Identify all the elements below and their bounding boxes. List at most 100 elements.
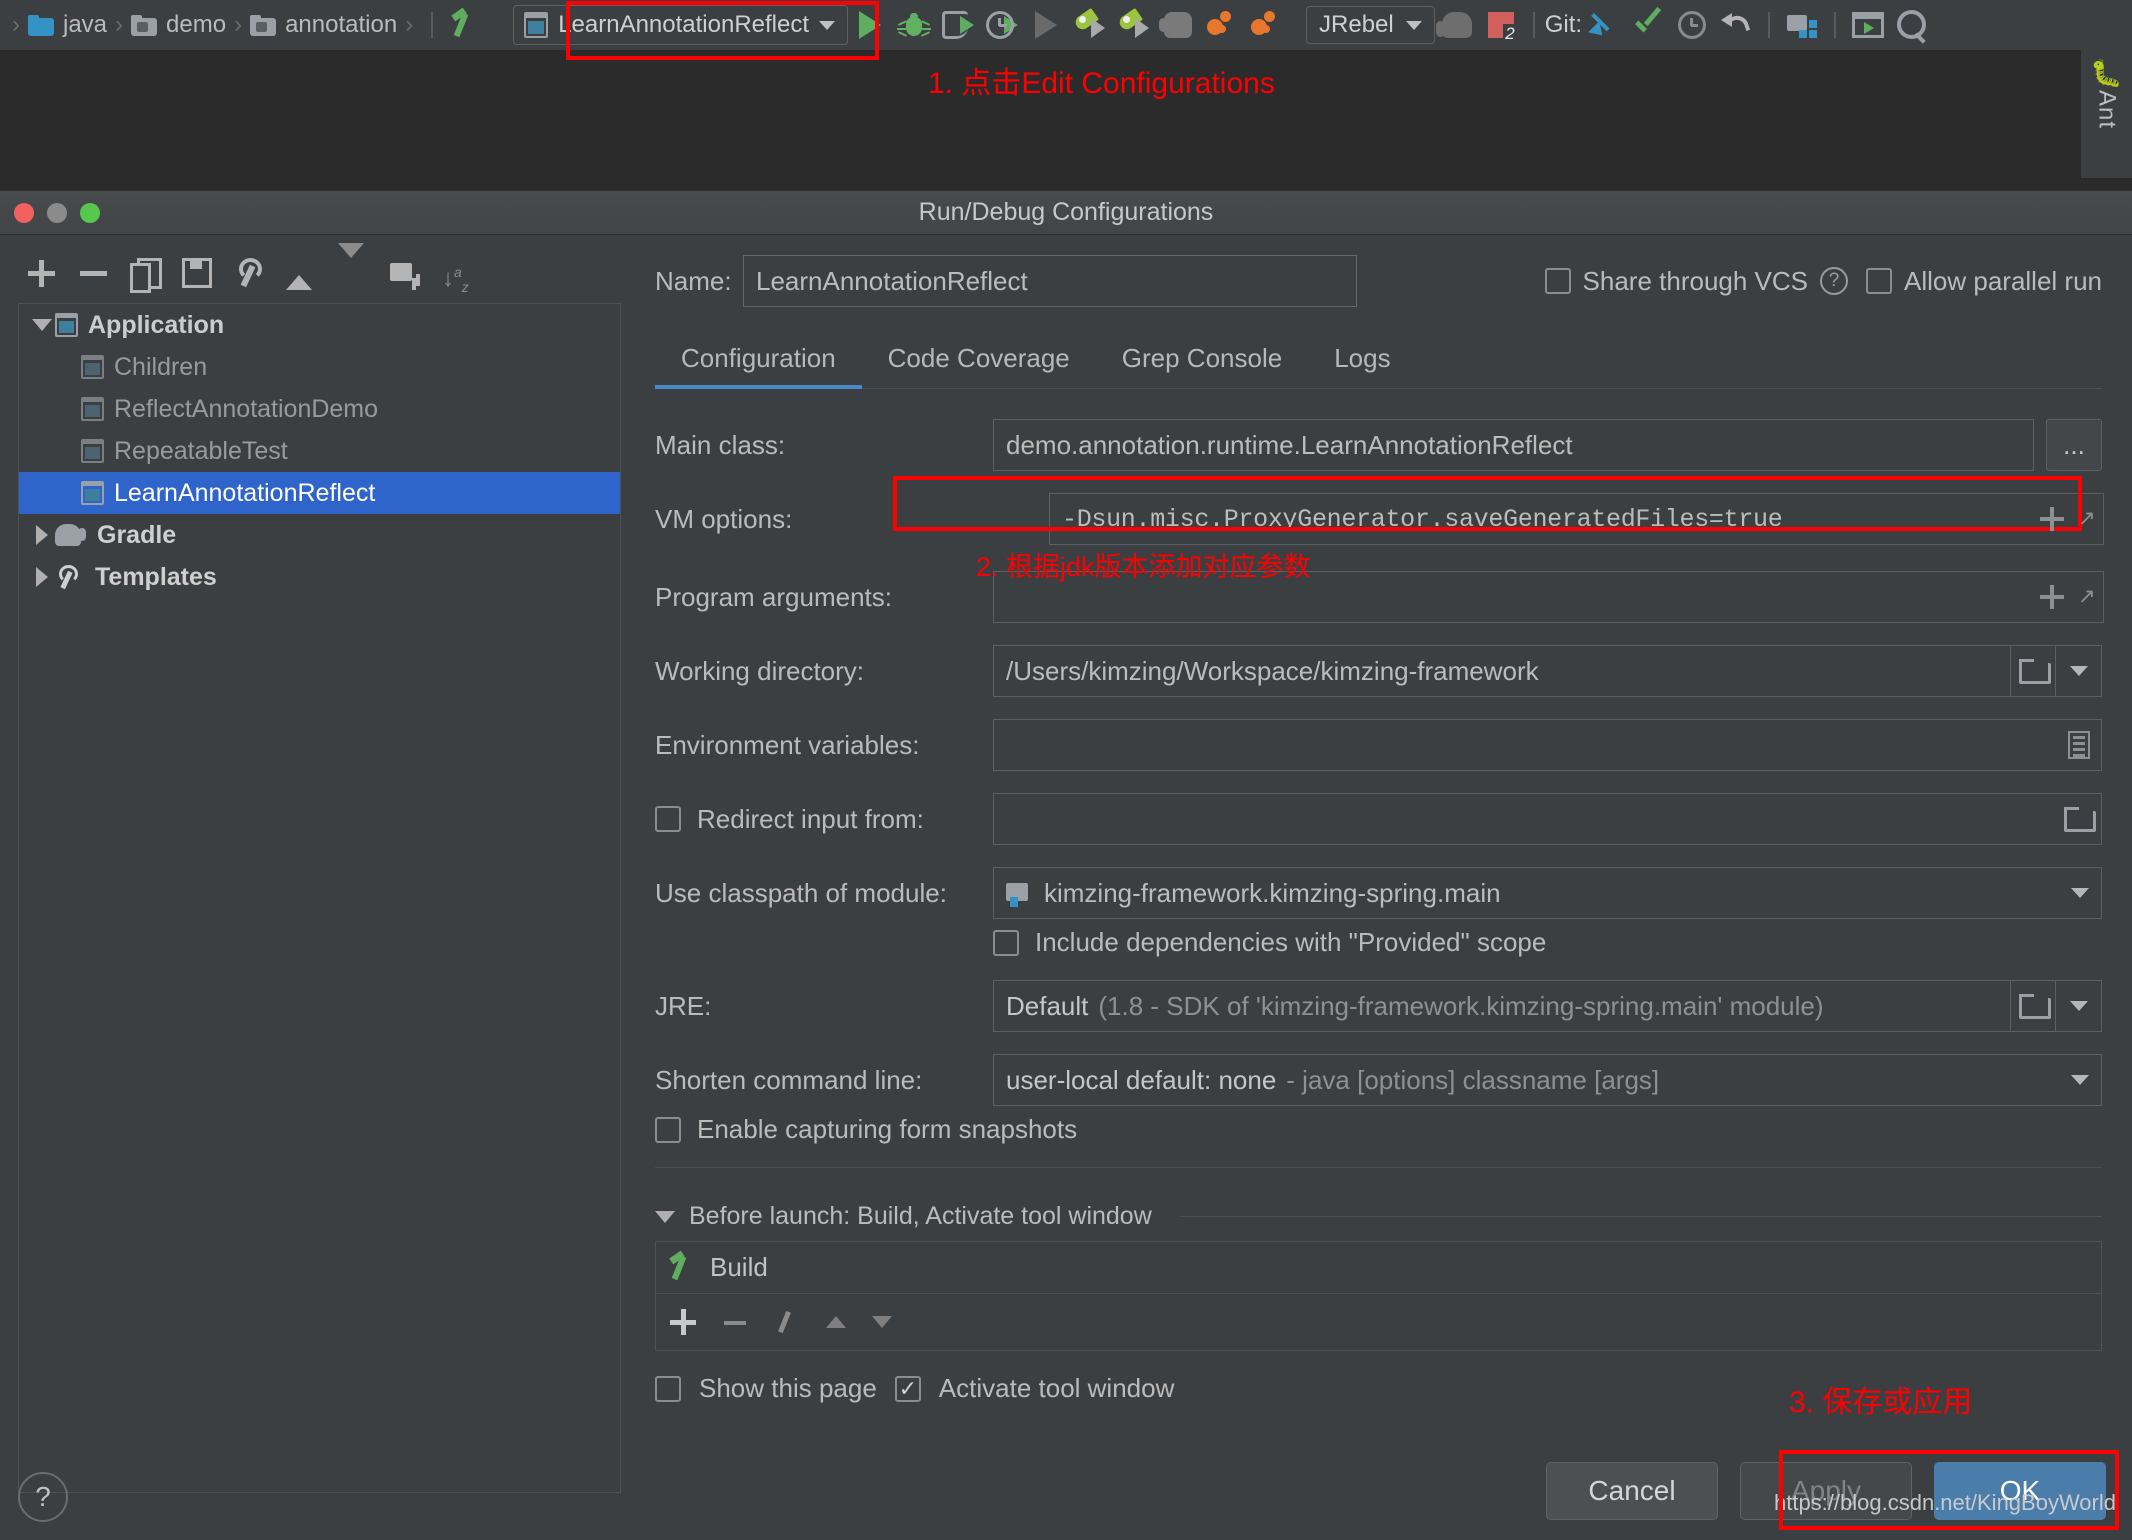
- profile-icon[interactable]: [980, 0, 1024, 50]
- include-provided-row[interactable]: Include dependencies with "Provided" sco…: [993, 927, 2102, 958]
- move-down-button[interactable]: [338, 243, 368, 288]
- history-icon[interactable]: [1670, 0, 1714, 50]
- main-class-input[interactable]: [993, 419, 2034, 471]
- expand-arrow-icon[interactable]: [29, 567, 55, 587]
- save-configuration-button[interactable]: [182, 258, 212, 288]
- before-launch-item-label: Build: [710, 1252, 768, 1282]
- rollback-icon[interactable]: [1714, 0, 1758, 50]
- name-input[interactable]: [743, 255, 1357, 307]
- expand-arrow-icon[interactable]: [29, 525, 55, 545]
- shorten-command-line-combobox[interactable]: user-local default: none - java [options…: [993, 1054, 2102, 1106]
- tree-node-gradle[interactable]: Gradle: [19, 514, 620, 556]
- tab-logs[interactable]: Logs: [1308, 335, 1416, 388]
- tree-node-reflectannotationdemo[interactable]: ReflectAnnotationDemo: [19, 388, 620, 430]
- close-window-button[interactable]: [14, 203, 34, 223]
- enable-capturing-row[interactable]: Enable capturing form snapshots: [655, 1114, 2102, 1145]
- copy-configuration-button[interactable]: [130, 258, 162, 293]
- before-launch-item-build[interactable]: Build: [656, 1242, 2101, 1294]
- move-up-button[interactable]: [286, 258, 316, 290]
- allow-parallel-run-checkbox[interactable]: [1866, 268, 1893, 294]
- remove-configuration-button[interactable]: [78, 258, 108, 288]
- cancel-button[interactable]: Cancel: [1546, 1462, 1718, 1520]
- add-before-launch-task-button[interactable]: [670, 1309, 696, 1335]
- activate-tool-window-checkbox[interactable]: [894, 1375, 921, 1402]
- collapse-arrow-icon[interactable]: [655, 1210, 675, 1223]
- new-folder-button[interactable]: [390, 258, 420, 288]
- tree-node-learnannotationreflect[interactable]: LearnAnnotationReflect: [19, 472, 620, 514]
- search-everywhere-icon[interactable]: [1890, 0, 1934, 50]
- expand-editor-icon[interactable]: ↗: [2078, 507, 2102, 531]
- sort-configurations-button[interactable]: ↓az: [442, 258, 472, 295]
- breadcrumb-item-java[interactable]: java: [28, 11, 107, 39]
- run-with-coverage-icon[interactable]: [936, 0, 980, 50]
- tab-grep-console[interactable]: Grep Console: [1096, 335, 1308, 388]
- section-divider: [655, 1167, 2102, 1168]
- jre-combobox[interactable]: Default (1.8 - SDK of 'kimzing-framework…: [993, 980, 2056, 1032]
- before-launch-list[interactable]: Build: [655, 1241, 2102, 1351]
- add-macro-icon[interactable]: [2040, 507, 2064, 531]
- update-project-icon[interactable]: [1582, 0, 1626, 50]
- share-through-vcs-row[interactable]: Share through VCS ?: [1544, 266, 1849, 297]
- rocket-run-icon[interactable]: [1068, 0, 1112, 50]
- tree-node-children[interactable]: Children: [19, 346, 620, 388]
- breadcrumb-item-demo[interactable]: demo: [131, 11, 226, 39]
- rocket-debug-icon[interactable]: [1112, 0, 1156, 50]
- tab-configuration[interactable]: Configuration: [655, 335, 862, 389]
- folder-icon: [250, 14, 277, 36]
- show-this-page-checkbox[interactable]: [655, 1375, 681, 1402]
- browse-redirect-input-button[interactable]: [2056, 793, 2102, 845]
- redirect-input-field[interactable]: [993, 793, 2102, 845]
- allow-parallel-run-row[interactable]: Allow parallel run: [1866, 266, 2102, 297]
- browse-working-directory-button[interactable]: [2010, 645, 2056, 697]
- window-controls[interactable]: [14, 203, 100, 223]
- enable-capturing-checkbox[interactable]: [655, 1116, 681, 1143]
- move-down-button[interactable]: [872, 1316, 892, 1328]
- breadcrumb-item-annotation[interactable]: annotation: [250, 11, 397, 39]
- problems-badge-icon[interactable]: 2: [1479, 0, 1523, 50]
- run-gray-icon[interactable]: [1024, 0, 1068, 50]
- include-provided-checkbox[interactable]: [993, 929, 1019, 956]
- use-classpath-combobox[interactable]: kimzing-framework.kimzing-spring.main: [993, 867, 2102, 919]
- configurations-tree[interactable]: Application Children ReflectAnnotationDe…: [18, 303, 621, 1493]
- tree-node-templates[interactable]: Templates: [19, 556, 620, 598]
- run-configuration-selector[interactable]: LearnAnnotationReflect: [513, 5, 849, 45]
- elephant-gradle-icon[interactable]: [1435, 0, 1479, 50]
- browse-main-class-button[interactable]: ...: [2046, 419, 2102, 471]
- help-button[interactable]: ?: [18, 1472, 68, 1522]
- tab-code-coverage[interactable]: Code Coverage: [862, 335, 1096, 388]
- redirect-input-checkbox[interactable]: [655, 806, 681, 832]
- expand-arrow-icon[interactable]: [29, 319, 55, 331]
- environment-variables-input[interactable]: [993, 719, 2102, 771]
- stop-hand-icon[interactable]: [1156, 0, 1200, 50]
- project-structure-icon[interactable]: [1780, 0, 1824, 50]
- minimize-window-button[interactable]: [47, 203, 67, 223]
- edit-environment-variables-button[interactable]: [2056, 719, 2102, 771]
- working-directory-input[interactable]: [993, 645, 2056, 697]
- jre-dropdown-button[interactable]: [2056, 980, 2102, 1032]
- before-launch-header[interactable]: Before launch: Build, Activate tool wind…: [655, 1202, 2102, 1231]
- remove-before-launch-task-button[interactable]: [722, 1309, 748, 1335]
- edit-before-launch-task-button[interactable]: [774, 1309, 800, 1335]
- run-icon[interactable]: [848, 0, 892, 50]
- jrebel-selector[interactable]: JRebel: [1306, 6, 1435, 44]
- help-icon[interactable]: ?: [1820, 267, 1849, 295]
- add-configuration-button[interactable]: [26, 258, 56, 288]
- zoom-window-button[interactable]: [80, 203, 100, 223]
- working-directory-dropdown-button[interactable]: [2056, 645, 2102, 697]
- add-macro-icon[interactable]: [2040, 585, 2064, 609]
- expand-editor-icon[interactable]: ↗: [2078, 585, 2102, 609]
- browse-jre-button[interactable]: [2010, 980, 2056, 1032]
- build-hammer-icon[interactable]: [443, 0, 487, 50]
- tree-node-repeatabletest[interactable]: RepeatableTest: [19, 430, 620, 472]
- share-through-vcs-checkbox[interactable]: [1544, 268, 1571, 294]
- tree-node-application[interactable]: Application: [19, 304, 620, 346]
- debug-icon[interactable]: [892, 0, 936, 50]
- move-up-button[interactable]: [826, 1316, 846, 1328]
- edit-templates-button[interactable]: [234, 258, 264, 288]
- orange-run-icon[interactable]: [1200, 0, 1244, 50]
- ant-tool-window-tab[interactable]: 🐛 Ant: [2080, 50, 2132, 178]
- commit-icon[interactable]: [1626, 0, 1670, 50]
- orange-debug-icon[interactable]: [1244, 0, 1288, 50]
- vm-options-input[interactable]: [1049, 493, 2104, 545]
- run-window-icon[interactable]: [1846, 0, 1890, 50]
